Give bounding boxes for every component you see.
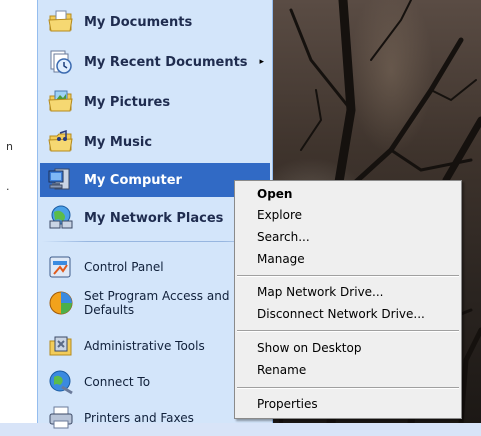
my-pictures-icon [46,87,76,117]
context-disconnect-network-drive[interactable]: Disconnect Network Drive... [257,304,425,324]
admin-tools-icon [46,331,76,361]
submenu-arrow-icon: ▸ [259,57,264,67]
my-pictures-label: My Pictures [84,94,171,110]
network-places-icon [46,203,76,233]
my-music-label: My Music [84,134,153,150]
set-program-access-label: Set Program Access and Defaults [84,289,229,317]
program-access-icon [46,288,76,318]
truncated-text: n [6,140,13,153]
my-pictures-item[interactable]: My Pictures [40,84,270,120]
context-open[interactable]: Open [257,184,292,204]
my-network-places-label: My Network Places [84,210,224,226]
context-show-on-desktop[interactable]: Show on Desktop [257,338,361,358]
administrative-tools-label: Administrative Tools [84,339,205,353]
context-separator [237,387,459,389]
set-program-access-line1: Set Program Access and [84,289,230,303]
set-program-access-line2: Defaults [84,303,135,317]
control-panel-icon [46,252,76,282]
start-menu-left-column: n . [0,0,38,423]
my-computer-label: My Computer [84,172,182,188]
context-manage[interactable]: Manage [257,249,305,269]
my-recent-documents-label: My Recent Documents [84,54,248,70]
printers-icon [46,403,76,433]
my-computer-icon [46,165,76,195]
control-panel-label: Control Panel [84,260,164,274]
context-separator [237,275,459,277]
my-recent-documents-item[interactable]: My Recent Documents ▸ [40,44,270,80]
connect-to-icon [46,367,76,397]
my-music-item[interactable]: My Music [40,124,270,160]
recent-documents-icon [46,47,76,77]
context-search[interactable]: Search... [257,227,310,247]
truncated-text: . [6,180,10,193]
my-documents-label: My Documents [84,14,193,30]
my-music-icon [46,127,76,157]
context-explore[interactable]: Explore [257,205,302,225]
context-separator [237,330,459,332]
context-rename[interactable]: Rename [257,360,306,380]
context-properties[interactable]: Properties [257,394,318,414]
connect-to-label: Connect To [84,375,151,389]
context-map-network-drive[interactable]: Map Network Drive... [257,282,384,302]
context-menu: Open Explore Search... Manage Map Networ… [234,180,462,419]
my-documents-icon [46,7,76,37]
my-documents-item[interactable]: My Documents [40,4,270,40]
